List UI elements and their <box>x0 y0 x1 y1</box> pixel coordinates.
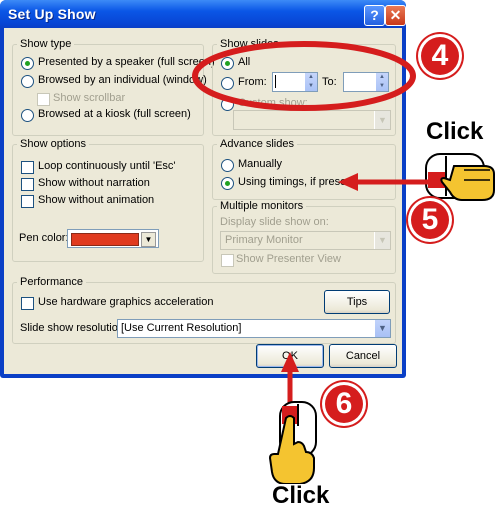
cancel-button[interactable]: Cancel <box>329 344 397 368</box>
arrow-to-timings-icon <box>338 173 428 191</box>
chevron-down-icon[interactable]: ▼ <box>141 232 156 247</box>
chevron-down-icon[interactable]: ▼ <box>374 232 390 249</box>
resolution-value: [Use Current Resolution] <box>121 322 242 334</box>
click-label-bottom: Click <box>272 482 330 509</box>
title-bar[interactable]: Set Up Show ? ✕ <box>0 0 406 28</box>
multiple-monitors-legend: Multiple monitors <box>217 200 307 212</box>
pen-color-swatch <box>71 233 139 246</box>
show-scrollbar-label: Show scrollbar <box>53 92 126 104</box>
browsed-by-individual-label[interactable]: Browsed by an individual (window) <box>38 74 207 86</box>
manually-label[interactable]: Manually <box>238 158 282 170</box>
advance-slides-legend: Advance slides <box>217 138 297 150</box>
no-narration-checkbox[interactable] <box>21 178 34 191</box>
pen-color-dropdown[interactable]: ▼ <box>67 229 159 248</box>
click-label-top: Click <box>426 118 484 145</box>
display-on-label: Display slide show on: <box>220 216 329 228</box>
pen-color-label: Pen color: <box>19 232 69 244</box>
monitor-value: Primary Monitor <box>225 234 303 246</box>
loop-label[interactable]: Loop continuously until 'Esc' <box>38 160 176 172</box>
dialog-title: Set Up Show <box>8 6 96 22</box>
show-options-legend: Show options <box>17 138 90 150</box>
step-4-badge: 4 <box>418 34 462 78</box>
highlight-ellipse <box>192 41 416 111</box>
performance-legend: Performance <box>17 276 86 288</box>
resolution-dropdown[interactable]: [Use Current Resolution] ▼ <box>117 319 391 338</box>
browsed-at-kiosk-radio[interactable] <box>21 109 34 122</box>
step-5-badge: 5 <box>408 198 452 242</box>
tips-button[interactable]: Tips <box>324 290 390 314</box>
manually-radio[interactable] <box>221 159 234 172</box>
mouse-click-icon <box>425 153 495 201</box>
show-scrollbar-checkbox[interactable] <box>37 93 50 106</box>
presenter-view-checkbox[interactable] <box>221 254 234 267</box>
show-type-legend: Show type <box>17 38 75 50</box>
browsed-by-individual-radio[interactable] <box>21 75 34 88</box>
hw-accel-checkbox[interactable] <box>21 297 34 310</box>
loop-checkbox[interactable] <box>21 161 34 174</box>
monitor-dropdown[interactable]: Primary Monitor ▼ <box>220 231 391 250</box>
presented-by-speaker-label[interactable]: Presented by a speaker (full screen) <box>38 56 215 68</box>
no-animation-label[interactable]: Show without animation <box>38 194 154 206</box>
hw-accel-label[interactable]: Use hardware graphics acceleration <box>38 296 213 308</box>
step-6-badge: 6 <box>322 382 366 426</box>
mouse-click-bottom-icon <box>268 401 317 484</box>
presenter-view-label: Show Presenter View <box>236 253 341 265</box>
browsed-at-kiosk-label[interactable]: Browsed at a kiosk (full screen) <box>38 108 191 120</box>
no-animation-checkbox[interactable] <box>21 195 34 208</box>
resolution-label: Slide show resolution: <box>20 322 128 334</box>
presented-by-speaker-radio[interactable] <box>21 57 34 70</box>
using-timings-radio[interactable] <box>221 177 234 190</box>
close-button[interactable]: ✕ <box>385 5 406 26</box>
chevron-down-icon[interactable]: ▼ <box>374 320 390 337</box>
no-narration-label[interactable]: Show without narration <box>38 177 150 189</box>
help-button[interactable]: ? <box>364 5 385 26</box>
